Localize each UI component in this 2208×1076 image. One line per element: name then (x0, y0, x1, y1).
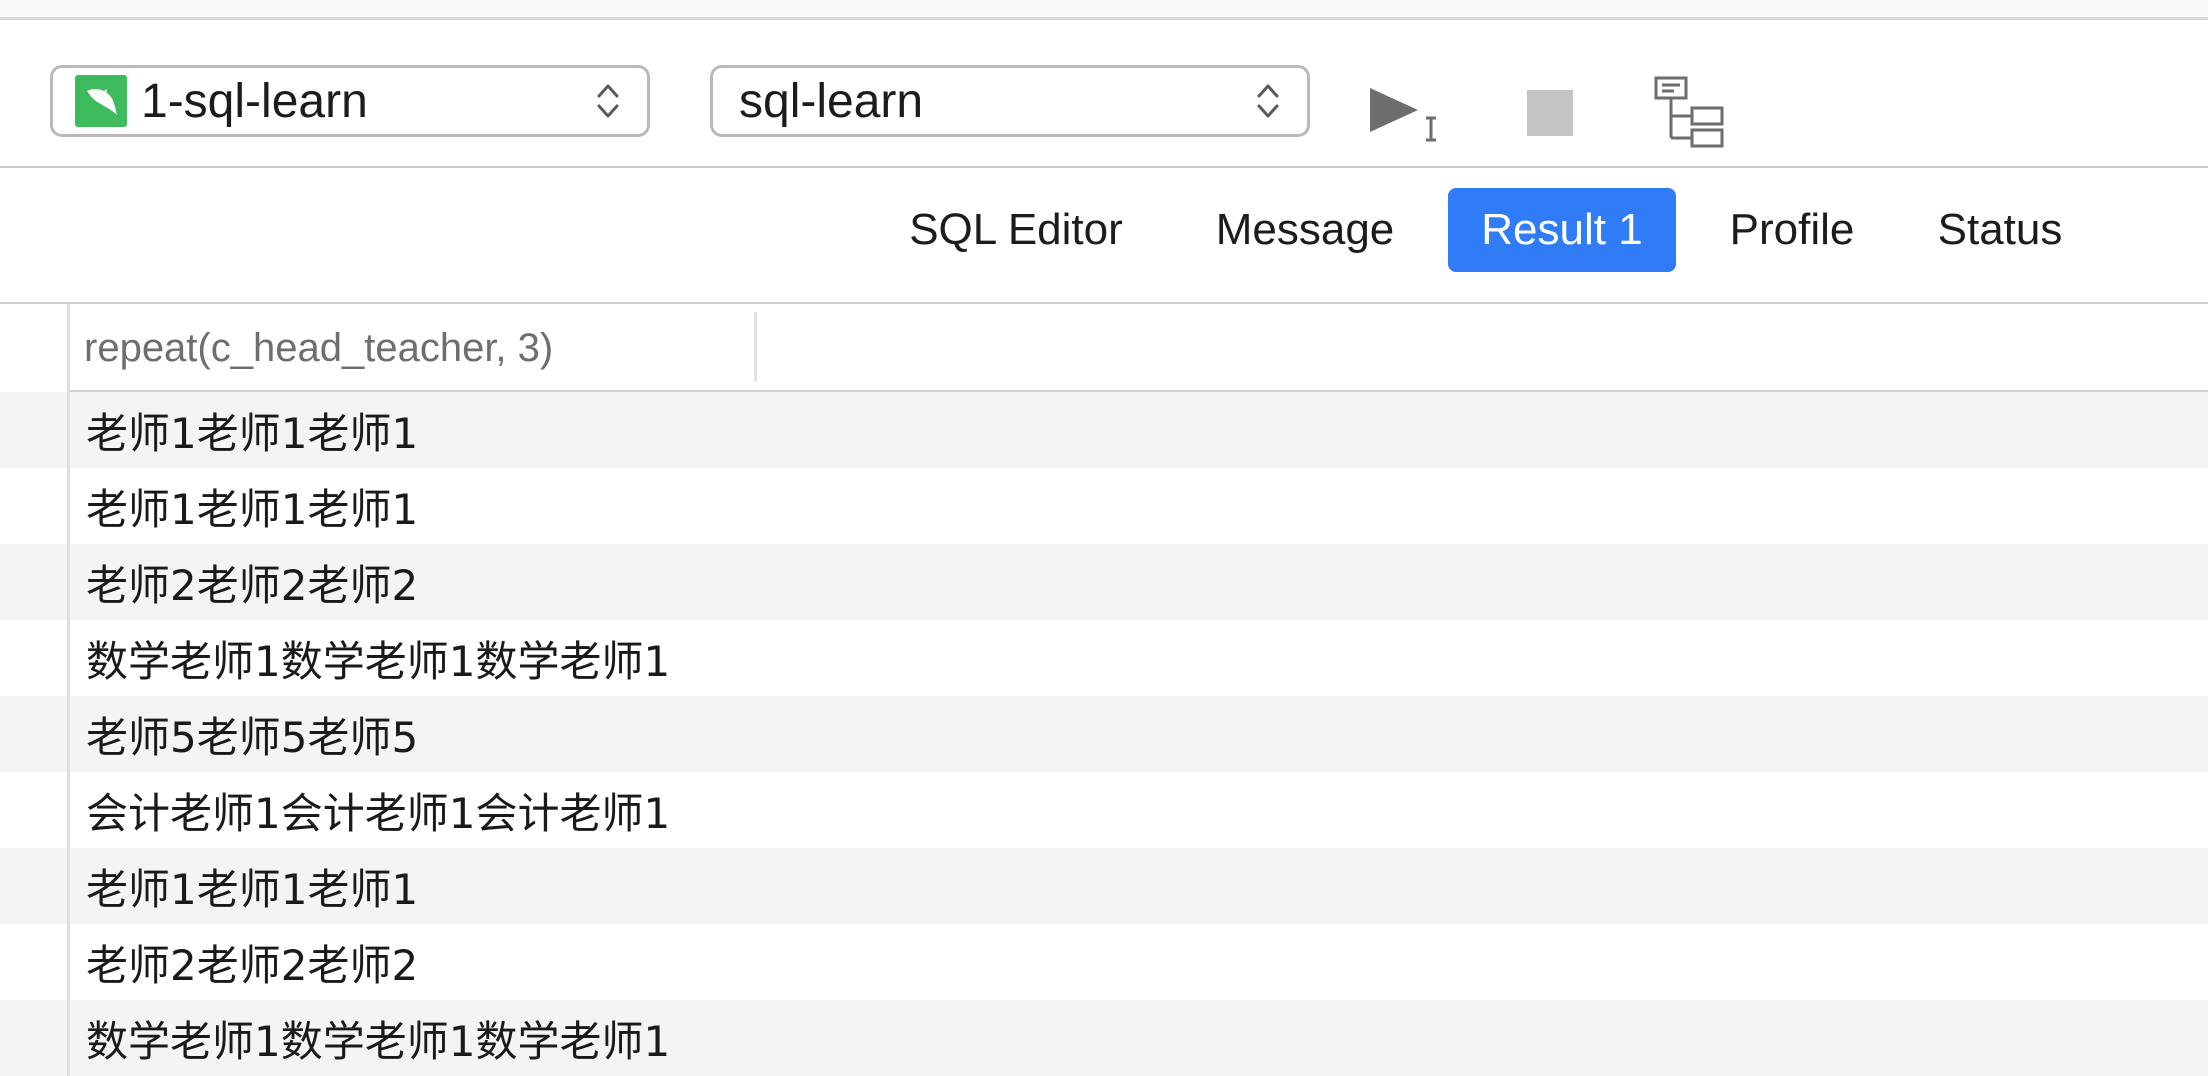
tab-message[interactable]: Message (1200, 188, 1410, 272)
row-gutter-cell[interactable] (0, 544, 70, 620)
row-gutter-cell[interactable] (0, 848, 70, 924)
stop-button[interactable] (1520, 80, 1580, 150)
mysql-dolphin-icon (75, 75, 127, 127)
table-cell[interactable]: 老师1老师1老师1 (86, 856, 418, 917)
row-gutter-cell[interactable] (0, 696, 70, 772)
table-cell[interactable]: 会计老师1会计老师1会计老师1 (86, 780, 670, 841)
row-gutter-cell[interactable] (0, 468, 70, 544)
column-header-row: repeat(c_head_teacher, 3) (70, 304, 2208, 392)
explain-button[interactable] (1650, 76, 1730, 150)
table-cell[interactable]: 老师1老师1老师1 (86, 476, 418, 537)
run-query-icon (1368, 78, 1458, 153)
editor-tab-bar: SQL Editor Message Result 1 Profile Stat… (0, 170, 2208, 304)
chevron-updown-icon (1253, 76, 1283, 126)
column-resize-handle[interactable] (754, 312, 757, 382)
table-cell[interactable]: 老师2老师2老师2 (86, 932, 418, 993)
connection-label: 1-sql-learn (141, 74, 368, 128)
connection-select[interactable]: 1-sql-learn (50, 65, 650, 137)
table-row[interactable]: 老师1老师1老师1 (0, 392, 2208, 468)
table-cell[interactable]: 数学老师1数学老师1数学老师1 (86, 1008, 670, 1069)
database-label: sql-learn (739, 74, 924, 128)
table-row[interactable]: 老师2老师2老师2 (0, 544, 2208, 620)
table-row[interactable]: 会计老师1会计老师1会计老师1 (0, 772, 2208, 848)
row-gutter-cell[interactable] (0, 1000, 70, 1076)
row-gutter-cell[interactable] (0, 772, 70, 848)
table-row[interactable]: 老师5老师5老师5 (0, 696, 2208, 772)
window-top-edge (0, 0, 2208, 20)
table-cell[interactable]: 老师2老师2老师2 (86, 552, 418, 613)
result-grid: repeat(c_head_teacher, 3) 老师1老师1老师1 老师1老… (0, 304, 2208, 1076)
table-cell[interactable]: 数学老师1数学老师1数学老师1 (86, 628, 670, 689)
chevron-updown-icon (593, 76, 623, 126)
tab-result-1[interactable]: Result 1 (1448, 188, 1676, 272)
row-gutter-cell[interactable] (0, 924, 70, 1000)
explain-icon (1650, 76, 1730, 155)
row-gutter-cell[interactable] (0, 620, 70, 696)
run-query-button[interactable] (1368, 80, 1458, 150)
table-row[interactable]: 老师2老师2老师2 (0, 924, 2208, 1000)
database-select[interactable]: sql-learn (710, 65, 1310, 137)
table-row[interactable]: 数学老师1数学老师1数学老师1 (0, 1000, 2208, 1076)
tab-sql-editor[interactable]: SQL Editor (896, 188, 1136, 272)
tab-status[interactable]: Status (1920, 188, 2080, 272)
column-header[interactable]: repeat(c_head_teacher, 3) (84, 304, 754, 392)
table-cell[interactable]: 老师5老师5老师5 (86, 704, 418, 765)
table-row[interactable]: 老师1老师1老师1 (0, 468, 2208, 544)
table-row[interactable]: 老师1老师1老师1 (0, 848, 2208, 924)
table-row[interactable]: 数学老师1数学老师1数学老师1 (0, 620, 2208, 696)
query-toolbar: 1-sql-learn sql-learn (0, 20, 2208, 168)
row-gutter-cell[interactable] (0, 392, 70, 468)
result-rows: 老师1老师1老师1 老师1老师1老师1 老师2老师2老师2 数学老师1数学老师1… (0, 392, 2208, 1076)
tab-profile[interactable]: Profile (1712, 188, 1872, 272)
stop-icon (1525, 88, 1575, 143)
table-cell[interactable]: 老师1老师1老师1 (86, 400, 418, 461)
